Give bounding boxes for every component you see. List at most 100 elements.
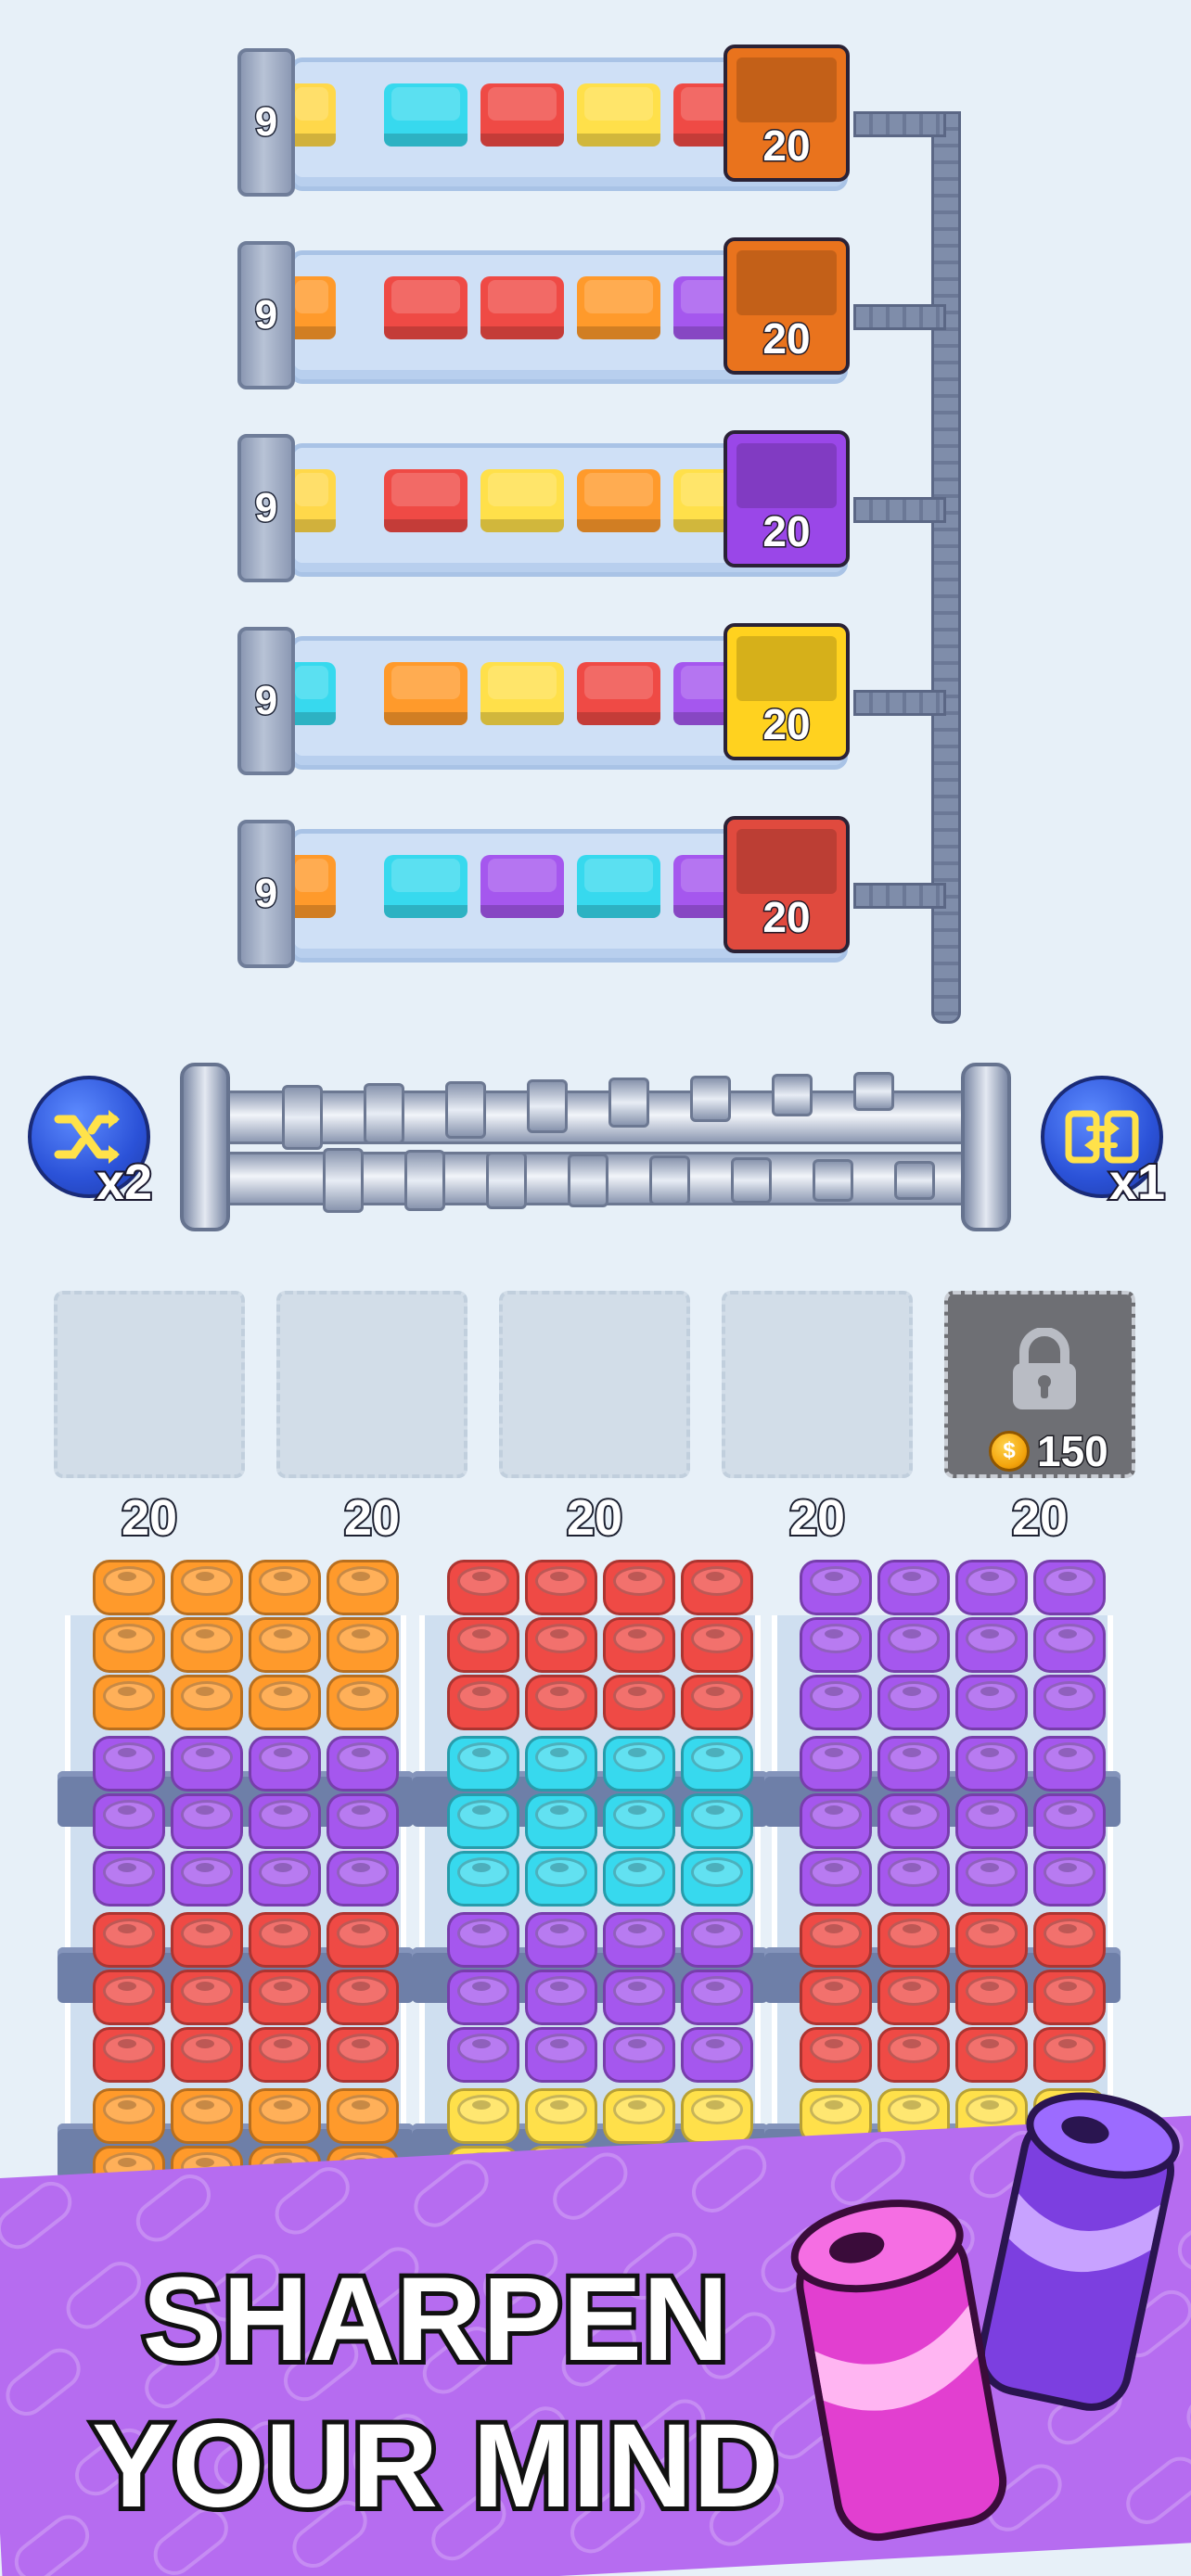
soda-can[interactable] (93, 1851, 165, 1906)
soda-can[interactable] (955, 1675, 1028, 1730)
soda-can[interactable] (249, 1793, 321, 1849)
soda-can[interactable] (447, 1851, 519, 1906)
soda-can[interactable] (955, 2027, 1028, 2083)
soda-can[interactable] (249, 1617, 321, 1673)
soda-can[interactable] (603, 1851, 675, 1906)
soda-can[interactable] (249, 2027, 321, 2083)
soda-can[interactable] (800, 1793, 872, 1849)
soda-can[interactable] (800, 1560, 872, 1615)
soda-can[interactable] (603, 1912, 675, 1968)
soda-can[interactable] (93, 1970, 165, 2025)
soda-can[interactable] (800, 1736, 872, 1792)
soda-can[interactable] (327, 2088, 399, 2144)
soda-can[interactable] (249, 1851, 321, 1906)
soda-can[interactable] (525, 2027, 597, 2083)
soda-can[interactable] (877, 1736, 950, 1792)
shuffle-powerup-button[interactable]: x2 (28, 1076, 154, 1212)
holding-slot-2[interactable] (276, 1291, 467, 1478)
soda-can[interactable] (603, 2027, 675, 2083)
soda-can[interactable] (603, 1560, 675, 1615)
soda-can[interactable] (525, 1912, 597, 1968)
soda-can[interactable] (327, 1617, 399, 1673)
soda-can[interactable] (1033, 1675, 1106, 1730)
soda-can[interactable] (800, 1912, 872, 1968)
soda-can[interactable] (955, 1617, 1028, 1673)
soda-can[interactable] (955, 1912, 1028, 1968)
soda-can[interactable] (171, 1617, 243, 1673)
soda-can[interactable] (955, 1793, 1028, 1849)
swap-powerup-button[interactable]: x1 (1041, 1076, 1167, 1212)
soda-can[interactable] (800, 1970, 872, 2025)
soda-can[interactable] (800, 1675, 872, 1730)
soda-can[interactable] (877, 1617, 950, 1673)
soda-can[interactable] (93, 2088, 165, 2144)
soda-can[interactable] (249, 1675, 321, 1730)
soda-can[interactable] (1033, 1912, 1106, 1968)
soda-can[interactable] (1033, 1736, 1106, 1792)
soda-can[interactable] (249, 1970, 321, 2025)
soda-can[interactable] (171, 1970, 243, 2025)
soda-can[interactable] (603, 1793, 675, 1849)
soda-can[interactable] (93, 1675, 165, 1730)
soda-can[interactable] (525, 1736, 597, 1792)
soda-can[interactable] (93, 1560, 165, 1615)
soda-can[interactable] (800, 1851, 872, 1906)
soda-can[interactable] (93, 2027, 165, 2083)
soda-can[interactable] (681, 1851, 753, 1906)
soda-can[interactable] (681, 1560, 753, 1615)
soda-can[interactable] (447, 1793, 519, 1849)
locked-slot-button[interactable]: $ 150 (944, 1291, 1135, 1478)
soda-can[interactable] (681, 1736, 753, 1792)
soda-can[interactable] (249, 1560, 321, 1615)
soda-can[interactable] (93, 1736, 165, 1792)
soda-can[interactable] (955, 1970, 1028, 2025)
soda-can[interactable] (681, 1970, 753, 2025)
soda-can[interactable] (877, 1793, 950, 1849)
holding-slot-3[interactable] (499, 1291, 690, 1478)
soda-can[interactable] (447, 1560, 519, 1615)
soda-can[interactable] (877, 1970, 950, 2025)
soda-can[interactable] (603, 1736, 675, 1792)
soda-can[interactable] (800, 1617, 872, 1673)
soda-can[interactable] (525, 2088, 597, 2144)
soda-can[interactable] (327, 1851, 399, 1906)
soda-can[interactable] (327, 2027, 399, 2083)
soda-can[interactable] (681, 1912, 753, 1968)
soda-can[interactable] (327, 1560, 399, 1615)
soda-can[interactable] (681, 1675, 753, 1730)
soda-can[interactable] (1033, 1560, 1106, 1615)
soda-can[interactable] (447, 1617, 519, 1673)
soda-can[interactable] (327, 1675, 399, 1730)
soda-can[interactable] (603, 2088, 675, 2144)
soda-can[interactable] (171, 1912, 243, 1968)
soda-can[interactable] (681, 2088, 753, 2144)
soda-can[interactable] (955, 1851, 1028, 1906)
soda-can[interactable] (681, 1617, 753, 1673)
soda-can[interactable] (93, 1793, 165, 1849)
soda-can[interactable] (171, 1793, 243, 1849)
soda-can[interactable] (447, 2027, 519, 2083)
holding-slot-1[interactable] (54, 1291, 245, 1478)
soda-can[interactable] (525, 1793, 597, 1849)
soda-can[interactable] (681, 2027, 753, 2083)
soda-can[interactable] (249, 1736, 321, 1792)
soda-can[interactable] (327, 1912, 399, 1968)
soda-can[interactable] (171, 2027, 243, 2083)
soda-can[interactable] (249, 2088, 321, 2144)
soda-can[interactable] (525, 1617, 597, 1673)
soda-can[interactable] (327, 1736, 399, 1792)
soda-can[interactable] (877, 1560, 950, 1615)
soda-can[interactable] (447, 1912, 519, 1968)
soda-can[interactable] (171, 1560, 243, 1615)
soda-can[interactable] (525, 1970, 597, 2025)
soda-can[interactable] (877, 1851, 950, 1906)
soda-can[interactable] (955, 1736, 1028, 1792)
soda-can[interactable] (800, 2027, 872, 2083)
soda-can[interactable] (877, 1675, 950, 1730)
soda-can[interactable] (171, 1675, 243, 1730)
soda-can[interactable] (1033, 1970, 1106, 2025)
holding-slot-4[interactable] (722, 1291, 913, 1478)
soda-can[interactable] (955, 1560, 1028, 1615)
soda-can[interactable] (93, 1617, 165, 1673)
soda-can[interactable] (525, 1675, 597, 1730)
